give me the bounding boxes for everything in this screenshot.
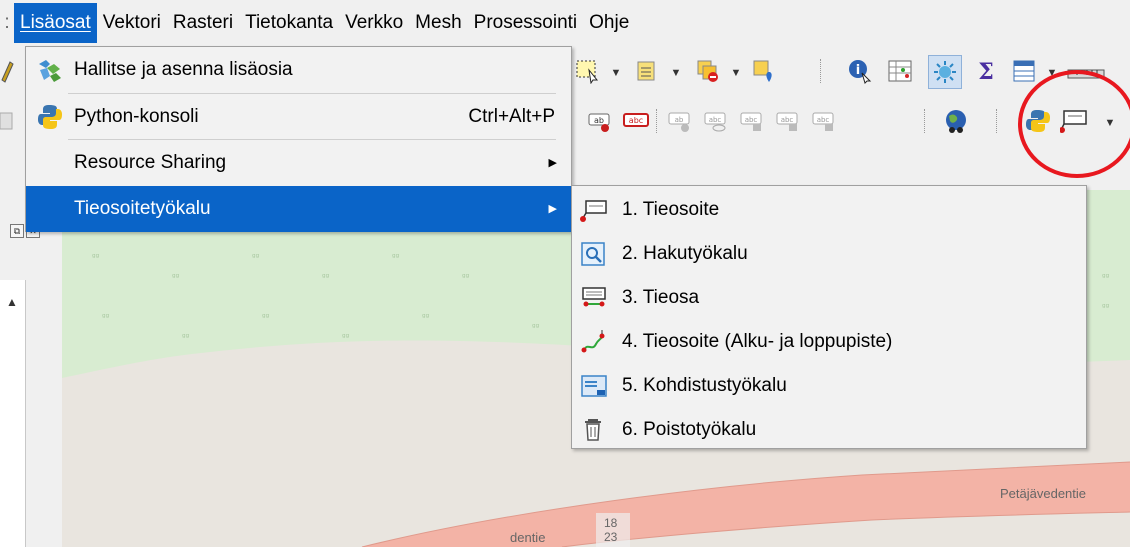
- map-tips-icon[interactable]: [928, 55, 962, 89]
- svg-text:ᵍᵍ: ᵍᵍ: [322, 273, 330, 283]
- submenu-item-label: 5. Kohdistustyökalu: [622, 375, 787, 396]
- label-move-icon[interactable]: ab: [666, 107, 694, 135]
- statistics-sigma-icon[interactable]: Σ: [972, 57, 1000, 85]
- submenu-item-poistotyokalu[interactable]: 6. Poistotyökalu: [572, 408, 1086, 452]
- svg-text:Σ: Σ: [978, 59, 994, 84]
- svg-text:ᵍᵍ: ᵍᵍ: [342, 333, 350, 343]
- svg-text:ᵍᵍ: ᵍᵍ: [422, 313, 430, 323]
- submenu-item-kohdistustyokalu[interactable]: 5. Kohdistustyökalu: [572, 364, 1086, 408]
- menu-item-manage-plugins[interactable]: Hallitse ja asenna lisäosia: [26, 47, 571, 93]
- svg-text:ᵍᵍ: ᵍᵍ: [92, 253, 100, 263]
- svg-text:ᵍᵍ: ᵍᵍ: [262, 313, 270, 323]
- svg-text:ᵍᵍ: ᵍᵍ: [182, 333, 190, 343]
- svg-text:ᵍᵍ: ᵍᵍ: [102, 313, 110, 323]
- float-panel-icon[interactable]: ⧉: [10, 224, 24, 238]
- svg-text:ᵍᵍ: ᵍᵍ: [252, 253, 260, 263]
- menu-verkko[interactable]: Verkko: [339, 3, 409, 43]
- svg-text:abc: abc: [817, 116, 830, 124]
- submenu-item-tieosoite[interactable]: 1. Tieosoite: [572, 188, 1086, 232]
- digitize-tool-icon[interactable]: [0, 107, 14, 135]
- deselect-dropdown-icon[interactable]: ▼: [730, 67, 742, 79]
- label-pin-move-icon[interactable]: abc: [738, 107, 766, 135]
- label-edit-icon[interactable]: abc: [810, 107, 838, 135]
- annotation-circle: [1018, 70, 1130, 178]
- menu-ohje[interactable]: Ohje: [583, 3, 635, 43]
- submenu-arrow-icon: ▶: [548, 203, 557, 215]
- svg-text:ᵍᵍ: ᵍᵍ: [1102, 303, 1110, 313]
- svg-text:abc: abc: [629, 116, 643, 125]
- menu-tietokanta[interactable]: Tietokanta: [239, 3, 339, 43]
- scroll-up-arrow-icon[interactable]: ▲: [3, 292, 21, 312]
- search-tool-icon: [580, 240, 608, 268]
- road-label-petajavedentie: Petäjävedentie: [1000, 486, 1087, 501]
- menu-prosessointi[interactable]: Prosessointi: [468, 3, 584, 43]
- svg-text:i: i: [856, 63, 860, 78]
- svg-text:ᵍᵍ: ᵍᵍ: [1102, 273, 1110, 283]
- submenu-item-label: 2. Hakutyökalu: [622, 243, 748, 264]
- menu-bar-overflow: :: [4, 12, 10, 33]
- label-rotate-icon[interactable]: abc: [774, 107, 802, 135]
- svg-text:abc: abc: [781, 116, 794, 124]
- menu-item-shortcut: Ctrl+Alt+P: [468, 106, 555, 127]
- svg-text:ᵍᵍ: ᵍᵍ: [392, 253, 400, 263]
- label-pin-icon[interactable]: ab: [586, 107, 614, 135]
- attribute-table-stats-icon[interactable]: [886, 57, 914, 85]
- edit-tool-icon[interactable]: [0, 57, 14, 85]
- table-icon[interactable]: [1010, 57, 1038, 85]
- deselect-icon[interactable]: [694, 57, 722, 85]
- start-end-point-icon: [580, 328, 608, 356]
- select-dropdown-icon[interactable]: ▼: [610, 67, 622, 79]
- python-icon: [36, 103, 64, 131]
- tieosoite-submenu: 1. Tieosoite 2. Hakutyökalu 3. Tieosa 4.…: [571, 185, 1087, 449]
- menu-lisaosat[interactable]: Lisäosat: [14, 3, 97, 43]
- submenu-item-tieosa[interactable]: 3. Tieosa: [572, 276, 1086, 320]
- menu-item-python-console[interactable]: Python-konsoli Ctrl+Alt+P: [26, 94, 571, 140]
- menu-item-label: Python-konsoli: [74, 106, 199, 127]
- menu-item-label: Tieosoitetyökalu: [74, 198, 211, 219]
- svg-text:ab: ab: [594, 116, 604, 125]
- submenu-item-start-end-point[interactable]: 4. Tieosoite (Alku- ja loppupiste): [572, 320, 1086, 364]
- label-show-icon[interactable]: abc: [702, 107, 730, 135]
- select-value-dropdown-icon[interactable]: ▼: [670, 67, 682, 79]
- svg-text:ᵍᵍ: ᵍᵍ: [172, 273, 180, 283]
- menu-bar: : Lisäosat Vektori Rasteri Tietokanta Ve…: [0, 0, 1130, 46]
- road-number-top: 18: [604, 516, 618, 530]
- globe-icon[interactable]: [942, 107, 970, 135]
- submenu-item-label: 4. Tieosoite (Alku- ja loppupiste): [622, 331, 893, 352]
- svg-text:abc: abc: [709, 116, 722, 124]
- menu-item-label: Resource Sharing: [74, 152, 227, 173]
- plugins-menu: Hallitse ja asenna lisäosia Python-konso…: [25, 46, 572, 232]
- road-address-icon: [580, 196, 608, 224]
- road-section-icon: [580, 284, 608, 312]
- menu-vektori[interactable]: Vektori: [97, 3, 167, 43]
- menu-mesh[interactable]: Mesh: [409, 3, 467, 43]
- submenu-item-label: 1. Tieosoite: [622, 199, 720, 220]
- road-number-bottom: 23: [604, 530, 618, 544]
- svg-text:abc: abc: [745, 116, 758, 124]
- submenu-arrow-icon: ▶: [548, 157, 557, 169]
- menu-item-tieosoitetyokalu[interactable]: Tieosoitetyökalu ▶: [26, 186, 571, 232]
- identify-features-icon[interactable]: i: [846, 57, 874, 85]
- svg-text:ᵍᵍ: ᵍᵍ: [462, 273, 470, 283]
- label-highlight-icon[interactable]: abc: [622, 107, 650, 135]
- submenu-item-label: 3. Tieosa: [622, 287, 700, 308]
- svg-text:ᵍᵍ: ᵍᵍ: [532, 323, 540, 333]
- menu-item-resource-sharing[interactable]: Resource Sharing ▶: [26, 140, 571, 186]
- targeting-tool-icon: [580, 372, 608, 400]
- select-feature-icon[interactable]: [574, 57, 602, 85]
- puzzle-icon: [36, 56, 64, 84]
- layer-list[interactable]: [0, 280, 26, 547]
- menu-rasteri[interactable]: Rasteri: [167, 3, 239, 43]
- road-label-partial: dentie: [510, 530, 546, 545]
- select-by-value-icon[interactable]: [634, 57, 662, 85]
- submenu-item-label: 6. Poistotyökalu: [622, 419, 757, 440]
- trash-icon: [580, 416, 608, 444]
- menu-item-label: Hallitse ja asenna lisäosia: [74, 59, 293, 80]
- select-location-icon[interactable]: [750, 57, 778, 85]
- svg-text:ab: ab: [675, 116, 684, 124]
- submenu-item-hakutyokalu[interactable]: 2. Hakutyökalu: [572, 232, 1086, 276]
